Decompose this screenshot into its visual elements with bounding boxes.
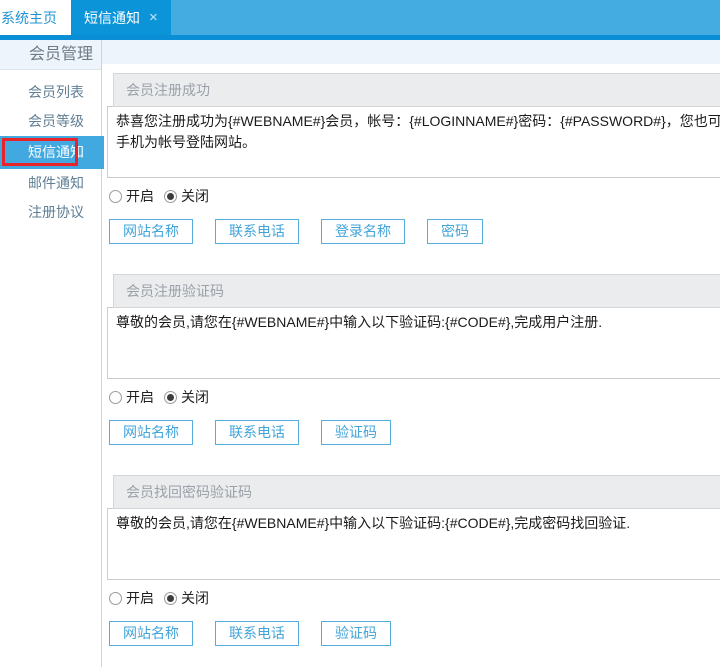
insert-placeholder-button[interactable]: 网站名称: [109, 621, 193, 646]
enable-radio-group: 开启 关闭: [109, 186, 720, 206]
close-icon[interactable]: ×: [149, 10, 158, 25]
radio-enable-off[interactable]: [164, 391, 177, 404]
insert-placeholder-button[interactable]: 网站名称: [109, 420, 193, 445]
sms-template-textarea[interactable]: 尊敬的会员,请您在{#WEBNAME#}中输入以下验证码:{#CODE#},完成…: [107, 508, 720, 580]
radio-enable-off[interactable]: [164, 592, 177, 605]
radio-enable-on[interactable]: [109, 592, 122, 605]
sms-template-panel: 会员注册成功 恭喜您注册成功为{#WEBNAME#}会员，帐号：{#LOGINN…: [107, 73, 720, 244]
panel-title: 会员找回密码验证码: [113, 475, 720, 509]
placeholder-button-row: 网站名称联系电话登录名称密码: [109, 219, 720, 244]
insert-placeholder-button[interactable]: 验证码: [321, 420, 391, 445]
sidebar-item-member-level[interactable]: 会员等级: [0, 107, 101, 136]
insert-placeholder-button[interactable]: 联系电话: [215, 219, 299, 244]
sidebar-item-register-agreement[interactable]: 注册协议: [0, 198, 101, 227]
sms-template-textarea[interactable]: 恭喜您注册成功为{#WEBNAME#}会员，帐号：{#LOGINNAME#}密码…: [107, 106, 720, 178]
panel-title: 会员注册验证码: [113, 274, 720, 308]
insert-placeholder-button[interactable]: 联系电话: [215, 420, 299, 445]
insert-placeholder-button[interactable]: 验证码: [321, 621, 391, 646]
tab-label: 系统主页: [1, 8, 57, 28]
tab-sms-notice[interactable]: 短信通知 ×: [71, 0, 171, 35]
sms-template-panels: 会员注册成功 恭喜您注册成功为{#WEBNAME#}会员，帐号：{#LOGINN…: [102, 64, 720, 646]
main-content: 会员注册成功 恭喜您注册成功为{#WEBNAME#}会员，帐号：{#LOGINN…: [102, 40, 720, 667]
insert-placeholder-button[interactable]: 网站名称: [109, 219, 193, 244]
panel-title: 会员注册成功: [113, 73, 720, 107]
tab-bar-filler: [171, 0, 720, 35]
enable-radio-group: 开启 关闭: [109, 588, 720, 608]
sidebar-item-member-list[interactable]: 会员列表: [0, 78, 101, 107]
insert-placeholder-button[interactable]: 登录名称: [321, 219, 405, 244]
radio-off-label: 关闭: [181, 588, 209, 608]
sidebar-item-label: 短信通知: [28, 144, 84, 160]
insert-placeholder-button[interactable]: 联系电话: [215, 621, 299, 646]
radio-on-label: 开启: [126, 186, 154, 206]
radio-off-label: 关闭: [181, 186, 209, 206]
radio-enable-on[interactable]: [109, 190, 122, 203]
placeholder-button-row: 网站名称联系电话验证码: [109, 621, 720, 646]
insert-placeholder-button[interactable]: 密码: [427, 219, 483, 244]
sms-template-panel: 会员注册验证码 尊敬的会员,请您在{#WEBNAME#}中输入以下验证码:{#C…: [107, 274, 720, 445]
tab-system-home[interactable]: 系统主页: [0, 0, 66, 35]
radio-on-label: 开启: [126, 588, 154, 608]
enable-radio-group: 开启 关闭: [109, 387, 720, 407]
sidebar-item-mail-notice[interactable]: 邮件通知: [0, 169, 101, 198]
content-top-band: [102, 40, 720, 64]
sidebar: 会员管理 会员列表 会员等级 短信通知 邮件通知 注册协议: [0, 40, 102, 667]
sidebar-group-title: 会员管理: [0, 40, 101, 70]
tab-label: 短信通知: [84, 8, 140, 28]
radio-on-label: 开启: [126, 387, 154, 407]
radio-off-label: 关闭: [181, 387, 209, 407]
sidebar-item-sms-notice[interactable]: 短信通知: [0, 136, 104, 169]
placeholder-button-row: 网站名称联系电话验证码: [109, 420, 720, 445]
tab-bar: 系统主页 短信通知 ×: [0, 0, 720, 35]
sms-template-textarea[interactable]: 尊敬的会员,请您在{#WEBNAME#}中输入以下验证码:{#CODE#},完成…: [107, 307, 720, 379]
radio-enable-on[interactable]: [109, 391, 122, 404]
sms-template-panel: 会员找回密码验证码 尊敬的会员,请您在{#WEBNAME#}中输入以下验证码:{…: [107, 475, 720, 646]
radio-enable-off[interactable]: [164, 190, 177, 203]
